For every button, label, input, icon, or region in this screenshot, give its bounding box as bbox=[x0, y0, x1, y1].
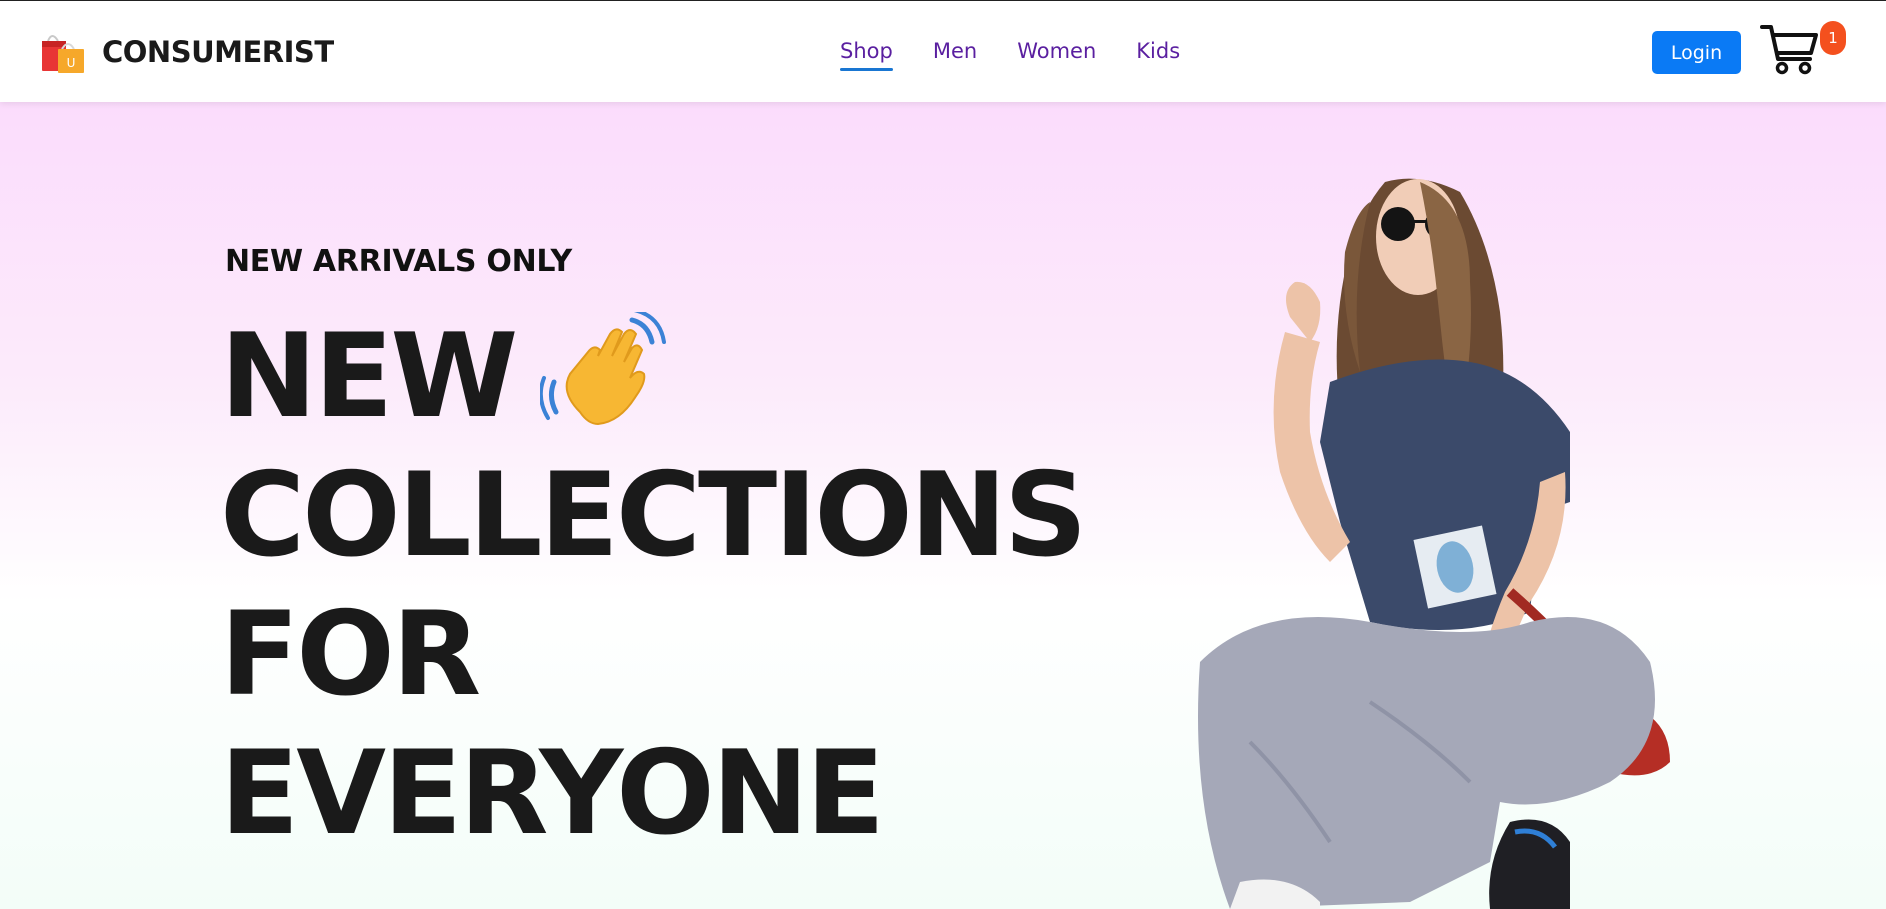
headline-word-new: NEW bbox=[220, 309, 518, 444]
main-nav: Shop Men Women Kids bbox=[840, 39, 1180, 71]
site-header: U CONSUMERIST Shop Men Women Kids Login … bbox=[0, 1, 1886, 102]
brand-logo[interactable]: U CONSUMERIST bbox=[40, 29, 334, 75]
nav-item-men[interactable]: Men bbox=[933, 39, 977, 71]
hero-headline: NEW COLLECTIONS FOR EVERYONE bbox=[220, 307, 1087, 863]
cart-count-badge: 1 bbox=[1820, 21, 1846, 55]
svg-text:U: U bbox=[67, 56, 76, 70]
cart-icon[interactable] bbox=[1760, 21, 1820, 76]
headline-line-1: NEW bbox=[220, 307, 1084, 446]
headline-line-2: COLLECTIONS bbox=[220, 448, 1087, 583]
shopping-bags-icon: U bbox=[42, 35, 84, 73]
nav-item-kids[interactable]: Kids bbox=[1136, 39, 1180, 71]
nav-item-women[interactable]: Women bbox=[1017, 39, 1096, 71]
brand-name: CONSUMERIST bbox=[102, 35, 334, 69]
headline-line-4: EVERYONE bbox=[220, 726, 885, 861]
hero-eyebrow: NEW ARRIVALS ONLY bbox=[225, 244, 572, 279]
login-button[interactable]: Login bbox=[1652, 31, 1741, 74]
nav-item-shop[interactable]: Shop bbox=[840, 39, 893, 71]
hero-banner: NEW ARRIVALS ONLY NEW COLLECTIONS FOR EV… bbox=[0, 102, 1886, 909]
waving-hand-icon bbox=[540, 312, 667, 426]
model-photo bbox=[1198, 178, 1670, 909]
headline-line-3: FOR bbox=[220, 587, 481, 722]
